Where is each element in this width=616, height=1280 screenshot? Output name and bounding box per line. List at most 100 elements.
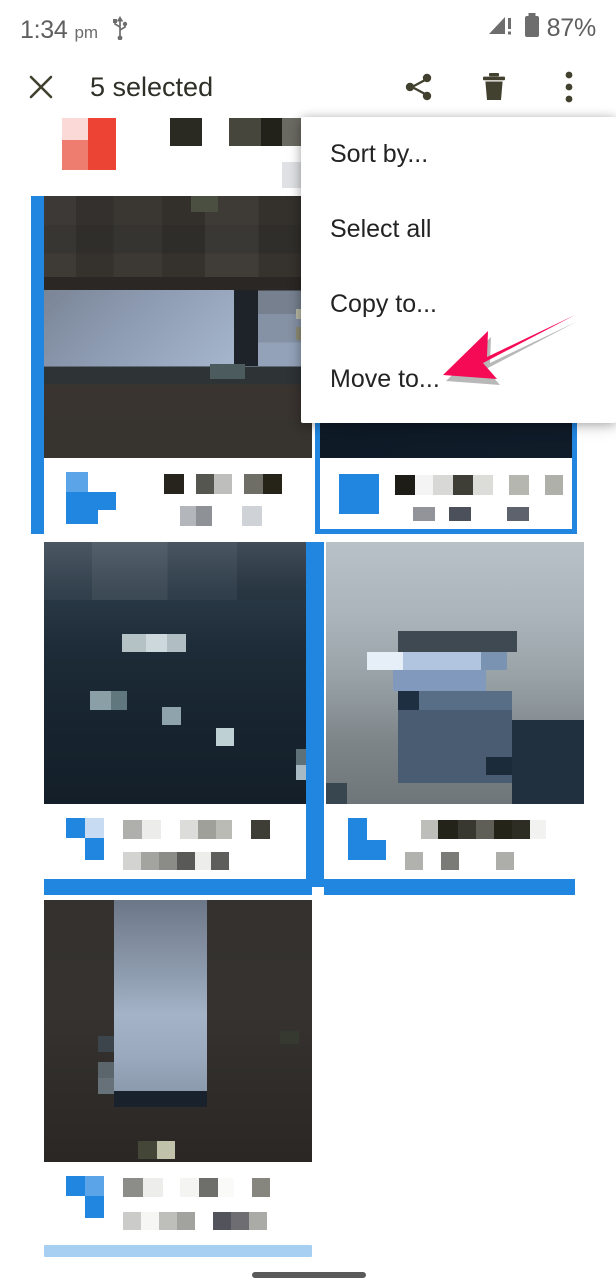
redacted-text-block — [405, 852, 423, 870]
signal-warning-icon — [487, 13, 517, 44]
trash-icon[interactable] — [471, 64, 517, 110]
redacted-text-block — [180, 820, 198, 839]
redacted-text-block — [177, 1212, 195, 1230]
redacted-text-block — [177, 852, 195, 870]
status-time: 1:34 — [20, 15, 68, 44]
screen-root: 1:34 pm 87% 5 selected Sort by... Select… — [0, 0, 616, 1280]
file-type-icon — [348, 818, 386, 860]
redacted-text-block — [458, 820, 476, 839]
file-thumbnail — [44, 900, 312, 1162]
redacted-text-block — [509, 475, 529, 495]
redacted-text-block — [196, 474, 214, 494]
menu-item-label: Copy to... — [330, 290, 437, 318]
list-item[interactable] — [44, 118, 312, 190]
battery-icon — [523, 12, 541, 45]
file-type-icon — [66, 1176, 104, 1218]
redacted-text-block — [473, 475, 493, 495]
menu-item-select-all[interactable]: Select all — [301, 192, 616, 267]
redacted-text-block — [494, 820, 512, 839]
file-type-icon — [66, 472, 116, 524]
redacted-text-block — [453, 475, 473, 495]
redacted-text-block — [244, 474, 263, 494]
menu-item-label: Move to... — [330, 365, 440, 393]
redacted-text-block — [195, 852, 211, 870]
loading-progress-bar — [44, 1245, 312, 1257]
close-icon[interactable] — [18, 64, 64, 110]
file-label — [44, 804, 312, 884]
file-label — [315, 458, 577, 534]
redacted-text-block — [252, 1178, 270, 1197]
redacted-text-block — [433, 475, 453, 495]
file-type-icon — [62, 118, 116, 172]
pointer-arrow — [435, 313, 580, 393]
redacted-text-block — [198, 820, 216, 839]
grid-item-5[interactable] — [44, 900, 312, 1260]
redacted-text-block — [180, 1178, 199, 1197]
redacted-text-block — [123, 1178, 143, 1197]
redacted-text-block — [251, 820, 270, 839]
file-label — [44, 118, 312, 190]
redacted-text-block — [421, 820, 438, 839]
redacted-text-block — [218, 1178, 234, 1197]
file-thumbnail — [44, 542, 312, 804]
status-bar-right: 87% — [487, 12, 596, 45]
redacted-text-block — [159, 1212, 177, 1230]
file-type-icon — [339, 474, 379, 514]
redacted-text-block — [512, 820, 530, 839]
share-icon[interactable] — [396, 64, 442, 110]
grid-item-3[interactable] — [31, 542, 315, 900]
redacted-text-block — [249, 1212, 267, 1230]
redacted-text-block — [164, 474, 184, 494]
selection-border-left — [31, 196, 44, 534]
menu-item-label: Select all — [330, 215, 432, 243]
redacted-text-block — [159, 852, 177, 870]
redacted-text-block — [211, 852, 229, 870]
page-title: 5 selected — [90, 71, 214, 102]
redacted-text-block — [545, 475, 563, 495]
redacted-text-block — [216, 820, 232, 839]
redacted-text-block — [438, 820, 458, 839]
selection-border-bottom — [315, 529, 577, 534]
status-bar-left: 1:34 pm — [20, 12, 129, 45]
app-bar: 5 selected — [0, 56, 616, 118]
app-bar-actions — [396, 64, 592, 110]
status-bar: 1:34 pm 87% — [0, 0, 616, 56]
redacted-text-block — [395, 475, 415, 495]
redacted-text-block — [413, 507, 435, 521]
redacted-text-block — [141, 852, 159, 870]
grid-item-4[interactable] — [315, 542, 584, 900]
redacted-text-block — [196, 506, 212, 526]
menu-item-sort-by[interactable]: Sort by... — [301, 117, 616, 192]
file-label — [44, 458, 312, 534]
home-indicator[interactable] — [252, 1272, 366, 1278]
redacted-text-block — [507, 507, 529, 521]
more-vertical-icon[interactable] — [546, 64, 592, 110]
selection-border-right — [306, 542, 315, 887]
battery-percent: 87% — [546, 13, 597, 42]
redacted-text-block — [449, 507, 471, 521]
redacted-text-block — [231, 1212, 249, 1230]
file-thumbnail — [326, 542, 584, 804]
usb-icon — [111, 14, 129, 45]
redacted-text-block — [199, 1178, 218, 1197]
redacted-text-block — [213, 1212, 231, 1230]
redacted-text-block — [530, 820, 546, 839]
menu-item-label: Sort by... — [330, 140, 429, 168]
redacted-text-block — [170, 118, 202, 146]
redacted-text-block — [141, 1212, 159, 1230]
file-type-icon — [66, 818, 104, 860]
redacted-text-block — [263, 474, 282, 494]
grid-item-1[interactable] — [31, 196, 312, 534]
redacted-text-block — [123, 852, 141, 870]
redacted-text-block — [123, 820, 142, 839]
file-thumbnail — [44, 196, 312, 458]
redacted-text-block — [180, 506, 196, 526]
redacted-text-block — [123, 1212, 141, 1230]
redacted-text-block — [143, 1178, 163, 1197]
redacted-text-block — [441, 852, 459, 870]
status-ampm: pm — [74, 22, 99, 42]
redacted-text-block — [142, 820, 161, 839]
selection-border-bottom — [44, 879, 312, 895]
selection-border-bottom — [324, 879, 575, 895]
redacted-text-block — [214, 474, 232, 494]
